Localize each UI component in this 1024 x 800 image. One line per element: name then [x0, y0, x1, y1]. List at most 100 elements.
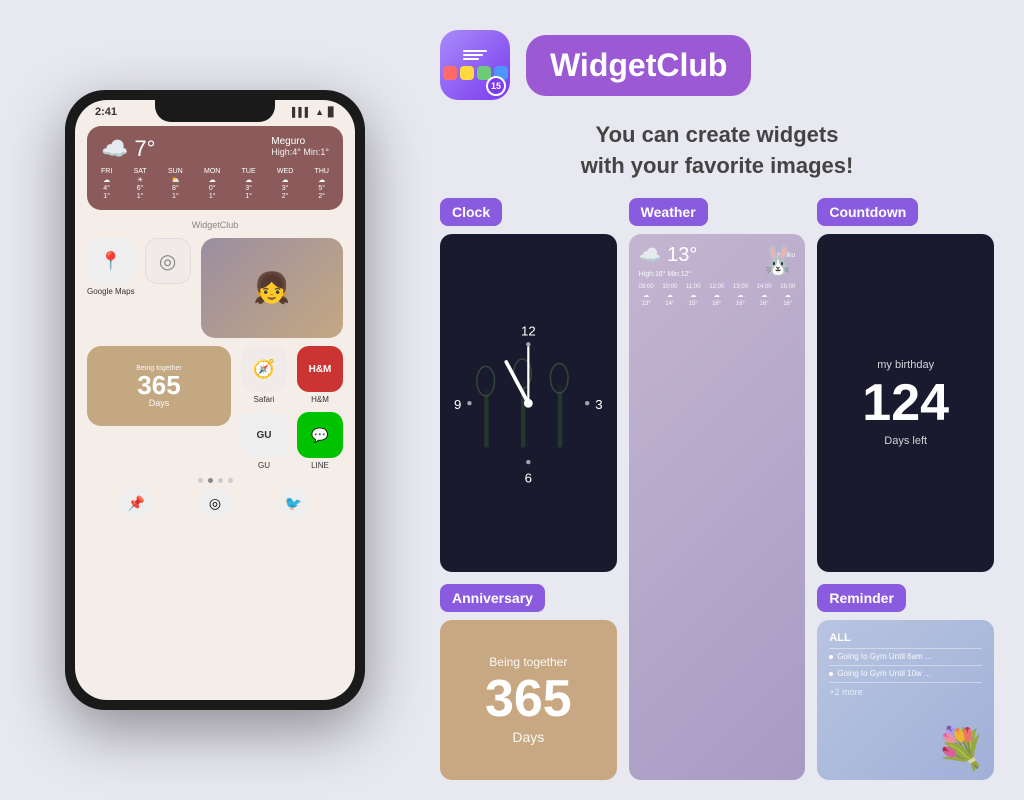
bottom-icon-1[interactable]: 📌: [122, 489, 150, 517]
clock-label: Clock: [440, 198, 502, 226]
phone-mockup-panel: 2:41 ▌▌▌ ▲ ▊ ☁️ 7° Meguro: [0, 0, 430, 800]
col-countdown-reminder: Countdown my birthday 124 Days left Remi…: [817, 198, 994, 780]
countdown-number: 124: [862, 377, 949, 429]
cloud-icon: ☁️: [101, 136, 128, 162]
anniversary-being-text: Being together: [489, 655, 567, 669]
wifi-app-icon: ◎: [145, 238, 191, 284]
phone-content: ☁️ 7° Meguro High:4° Min:1° FRI☁4°1° SAT…: [75, 118, 355, 525]
gu-icon: GU: [241, 412, 287, 458]
app-hm[interactable]: H&M H&M: [297, 346, 343, 404]
reminder-dot-1: [829, 655, 833, 659]
hour-3: 12:00☁16°: [709, 284, 724, 307]
wifi-icon: ▲: [315, 107, 324, 117]
app-name-safari: Safari: [254, 395, 275, 404]
reminder-all: ALL: [829, 632, 982, 644]
hm-icon: H&M: [297, 346, 343, 392]
anniversary-label: Anniversary: [440, 584, 545, 612]
badge-15: 15: [486, 76, 506, 96]
hour-6: 15:00☁16°: [780, 284, 795, 307]
status-icons: ▌▌▌ ▲ ▊: [292, 107, 335, 118]
weather-day-2: SUN⛅8°1°: [168, 168, 183, 200]
reminder-divider-2: [829, 665, 982, 666]
photo-widget[interactable]: 👧: [201, 238, 343, 338]
col-weather: Weather 🐰 ☁️ 13° Ushiku High:16° Min:12°…: [629, 198, 806, 780]
bottom-icon-3[interactable]: 🐦: [280, 489, 308, 517]
weather-day-0: FRI☁4°1°: [101, 168, 112, 200]
reminder-divider-3: [829, 682, 982, 683]
app-name-line: LINE: [311, 461, 329, 470]
bottom-dock: 📌 ◎ 🐦: [87, 483, 343, 517]
svg-text:3: 3: [595, 397, 602, 412]
weather-preview: 🐰 ☁️ 13° Ushiku High:16° Min:12° 09:00☁1…: [629, 234, 806, 780]
svg-text:9: 9: [454, 397, 461, 412]
widget-types-grid: Clock 12 3 6: [440, 198, 994, 780]
weather-hours-prev: 09:00☁13° 10:00☁14° 11:00☁15° 12:00☁16° …: [639, 284, 796, 307]
countdown-preview: my birthday 124 Days left: [817, 234, 994, 572]
signal-icon: ▌▌▌: [292, 107, 311, 117]
weather-temp: 7°: [134, 136, 155, 162]
menu-lines-icon: [463, 50, 487, 60]
weather-prev-temp-val: 13°: [667, 244, 697, 267]
weather-day-4: TUE☁3°1°: [242, 168, 256, 200]
hour-0: 09:00☁13°: [639, 284, 654, 307]
anniversary-preview: Being together 365 Days: [440, 620, 617, 780]
weather-widget-phone: ☁️ 7° Meguro High:4° Min:1° FRI☁4°1° SAT…: [87, 126, 343, 210]
app-safari[interactable]: 🧭 Safari: [241, 346, 287, 404]
dot-1: [198, 478, 203, 483]
clock-svg: 12 3 6 9: [440, 234, 617, 572]
right-panel: 15 WidgetClub You can create widgets wit…: [430, 0, 1024, 800]
status-time: 2:41: [95, 106, 117, 118]
anni-days-phone: Days: [149, 398, 170, 408]
anniversary-days: Days: [512, 729, 544, 745]
dot-3: [218, 478, 223, 483]
anni-number-phone: 365: [137, 372, 180, 398]
dot-red: [443, 66, 457, 80]
reminder-item-1: Going to Gym Until 6am ...: [829, 652, 982, 661]
weather-day-1: SAT☀6°1°: [134, 168, 147, 200]
reminder-label: Reminder: [817, 584, 906, 612]
weather-label: Weather: [629, 198, 708, 226]
phone-frame: 2:41 ▌▌▌ ▲ ▊ ☁️ 7° Meguro: [65, 90, 365, 710]
weather-day-6: THU☁5°2°: [315, 168, 329, 200]
clock-preview: 12 3 6 9: [440, 234, 617, 572]
bottom-icon-2[interactable]: ◎: [201, 489, 229, 517]
line-icon: 💬: [297, 412, 343, 458]
hour-1: 10:00☁14°: [662, 284, 677, 307]
cloud-icon-prev: ☁️: [639, 245, 661, 266]
battery-icon: ▊: [328, 107, 335, 118]
app-name-maps: Google Maps: [87, 287, 135, 296]
dot-2: [208, 478, 213, 483]
menu-line-3: [463, 58, 479, 60]
maps-icon: 📍: [88, 238, 134, 284]
col-clock-anniversary: Clock 12 3 6: [440, 198, 617, 780]
reminder-dot-2: [829, 672, 833, 676]
app-title-badge: WidgetClub: [526, 35, 751, 96]
widgetclub-sub-label: WidgetClub: [87, 220, 343, 230]
plus-more: +2 more: [829, 687, 982, 697]
hour-5: 14:00☁16°: [757, 284, 772, 307]
anniversary-widget-phone[interactable]: Being together 365 Days: [87, 346, 231, 426]
safari-icon: 🧭: [241, 346, 287, 392]
app-line[interactable]: 💬 LINE: [297, 412, 343, 470]
reminder-item-2: Going to Gym Until 10w ...: [829, 669, 982, 678]
menu-line-2: [463, 54, 483, 56]
app-google-maps[interactable]: 📍 Google Maps: [87, 238, 135, 296]
app-icon-large[interactable]: 15: [440, 30, 510, 100]
flowers-emoji: 💐: [936, 725, 986, 772]
svg-text:12: 12: [521, 323, 536, 338]
anniversary-number: 365: [485, 673, 572, 725]
hour-2: 11:00☁15°: [686, 284, 701, 307]
dot-4: [228, 478, 233, 483]
app-gu[interactable]: GU GU: [241, 412, 287, 470]
reminder-divider-1: [829, 648, 982, 649]
svg-text:6: 6: [525, 470, 532, 485]
weather-days-row: FRI☁4°1° SAT☀6°1° SUN⛅8°1° MON☁0°1° TUE☁…: [101, 168, 329, 200]
weather-day-3: MON☁0°1°: [204, 168, 220, 200]
phone-screen: 2:41 ▌▌▌ ▲ ▊ ☁️ 7° Meguro: [75, 100, 355, 700]
app-wifi[interactable]: ◎: [145, 238, 191, 287]
app-header: 15 WidgetClub: [440, 30, 994, 100]
app-name-hm: H&M: [311, 395, 329, 404]
reminder-preview: ALL Going to Gym Until 6am ... Going to …: [817, 620, 994, 780]
dot-yellow: [460, 66, 474, 80]
app-name-gu: GU: [258, 461, 270, 470]
